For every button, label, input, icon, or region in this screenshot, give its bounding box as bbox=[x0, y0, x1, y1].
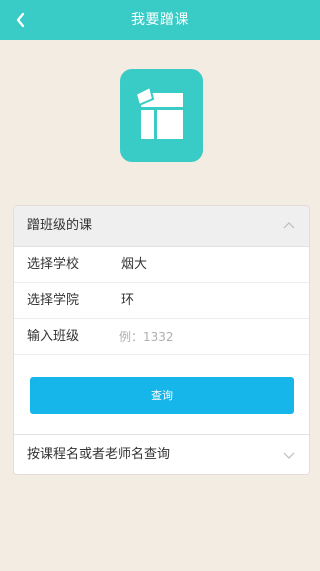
college-row[interactable]: 选择学院 环 bbox=[14, 283, 309, 319]
school-value[interactable]: 烟大 bbox=[121, 247, 147, 283]
college-label: 选择学院 bbox=[27, 293, 80, 308]
class-input[interactable] bbox=[119, 326, 289, 348]
class-row: 输入班级 bbox=[14, 319, 309, 355]
name-section-header[interactable]: 按课程名或者老师名查询 bbox=[14, 434, 309, 474]
search-card: 蹭班级的课 选择学校 烟大 选择学院 环 输入班级 查询 按课程名或者老师名查询 bbox=[13, 205, 310, 475]
college-value[interactable]: 环 bbox=[121, 283, 134, 319]
chevron-down-icon bbox=[283, 452, 295, 459]
query-button[interactable]: 查询 bbox=[30, 377, 294, 414]
class-label: 输入班级 bbox=[27, 329, 80, 344]
divider bbox=[14, 354, 309, 355]
page-title: 我要蹭课 bbox=[131, 12, 189, 28]
class-section-title: 蹭班级的课 bbox=[27, 218, 93, 233]
title-bar: 我要蹭课 bbox=[0, 0, 320, 40]
chevron-up-icon bbox=[283, 222, 295, 229]
school-row[interactable]: 选择学校 烟大 bbox=[14, 247, 309, 283]
app-logo-icon bbox=[134, 85, 183, 139]
name-section-title: 按课程名或者老师名查询 bbox=[27, 447, 171, 462]
class-section-header[interactable]: 蹭班级的课 bbox=[14, 206, 309, 247]
app-logo bbox=[120, 69, 203, 162]
school-label: 选择学校 bbox=[27, 257, 80, 272]
